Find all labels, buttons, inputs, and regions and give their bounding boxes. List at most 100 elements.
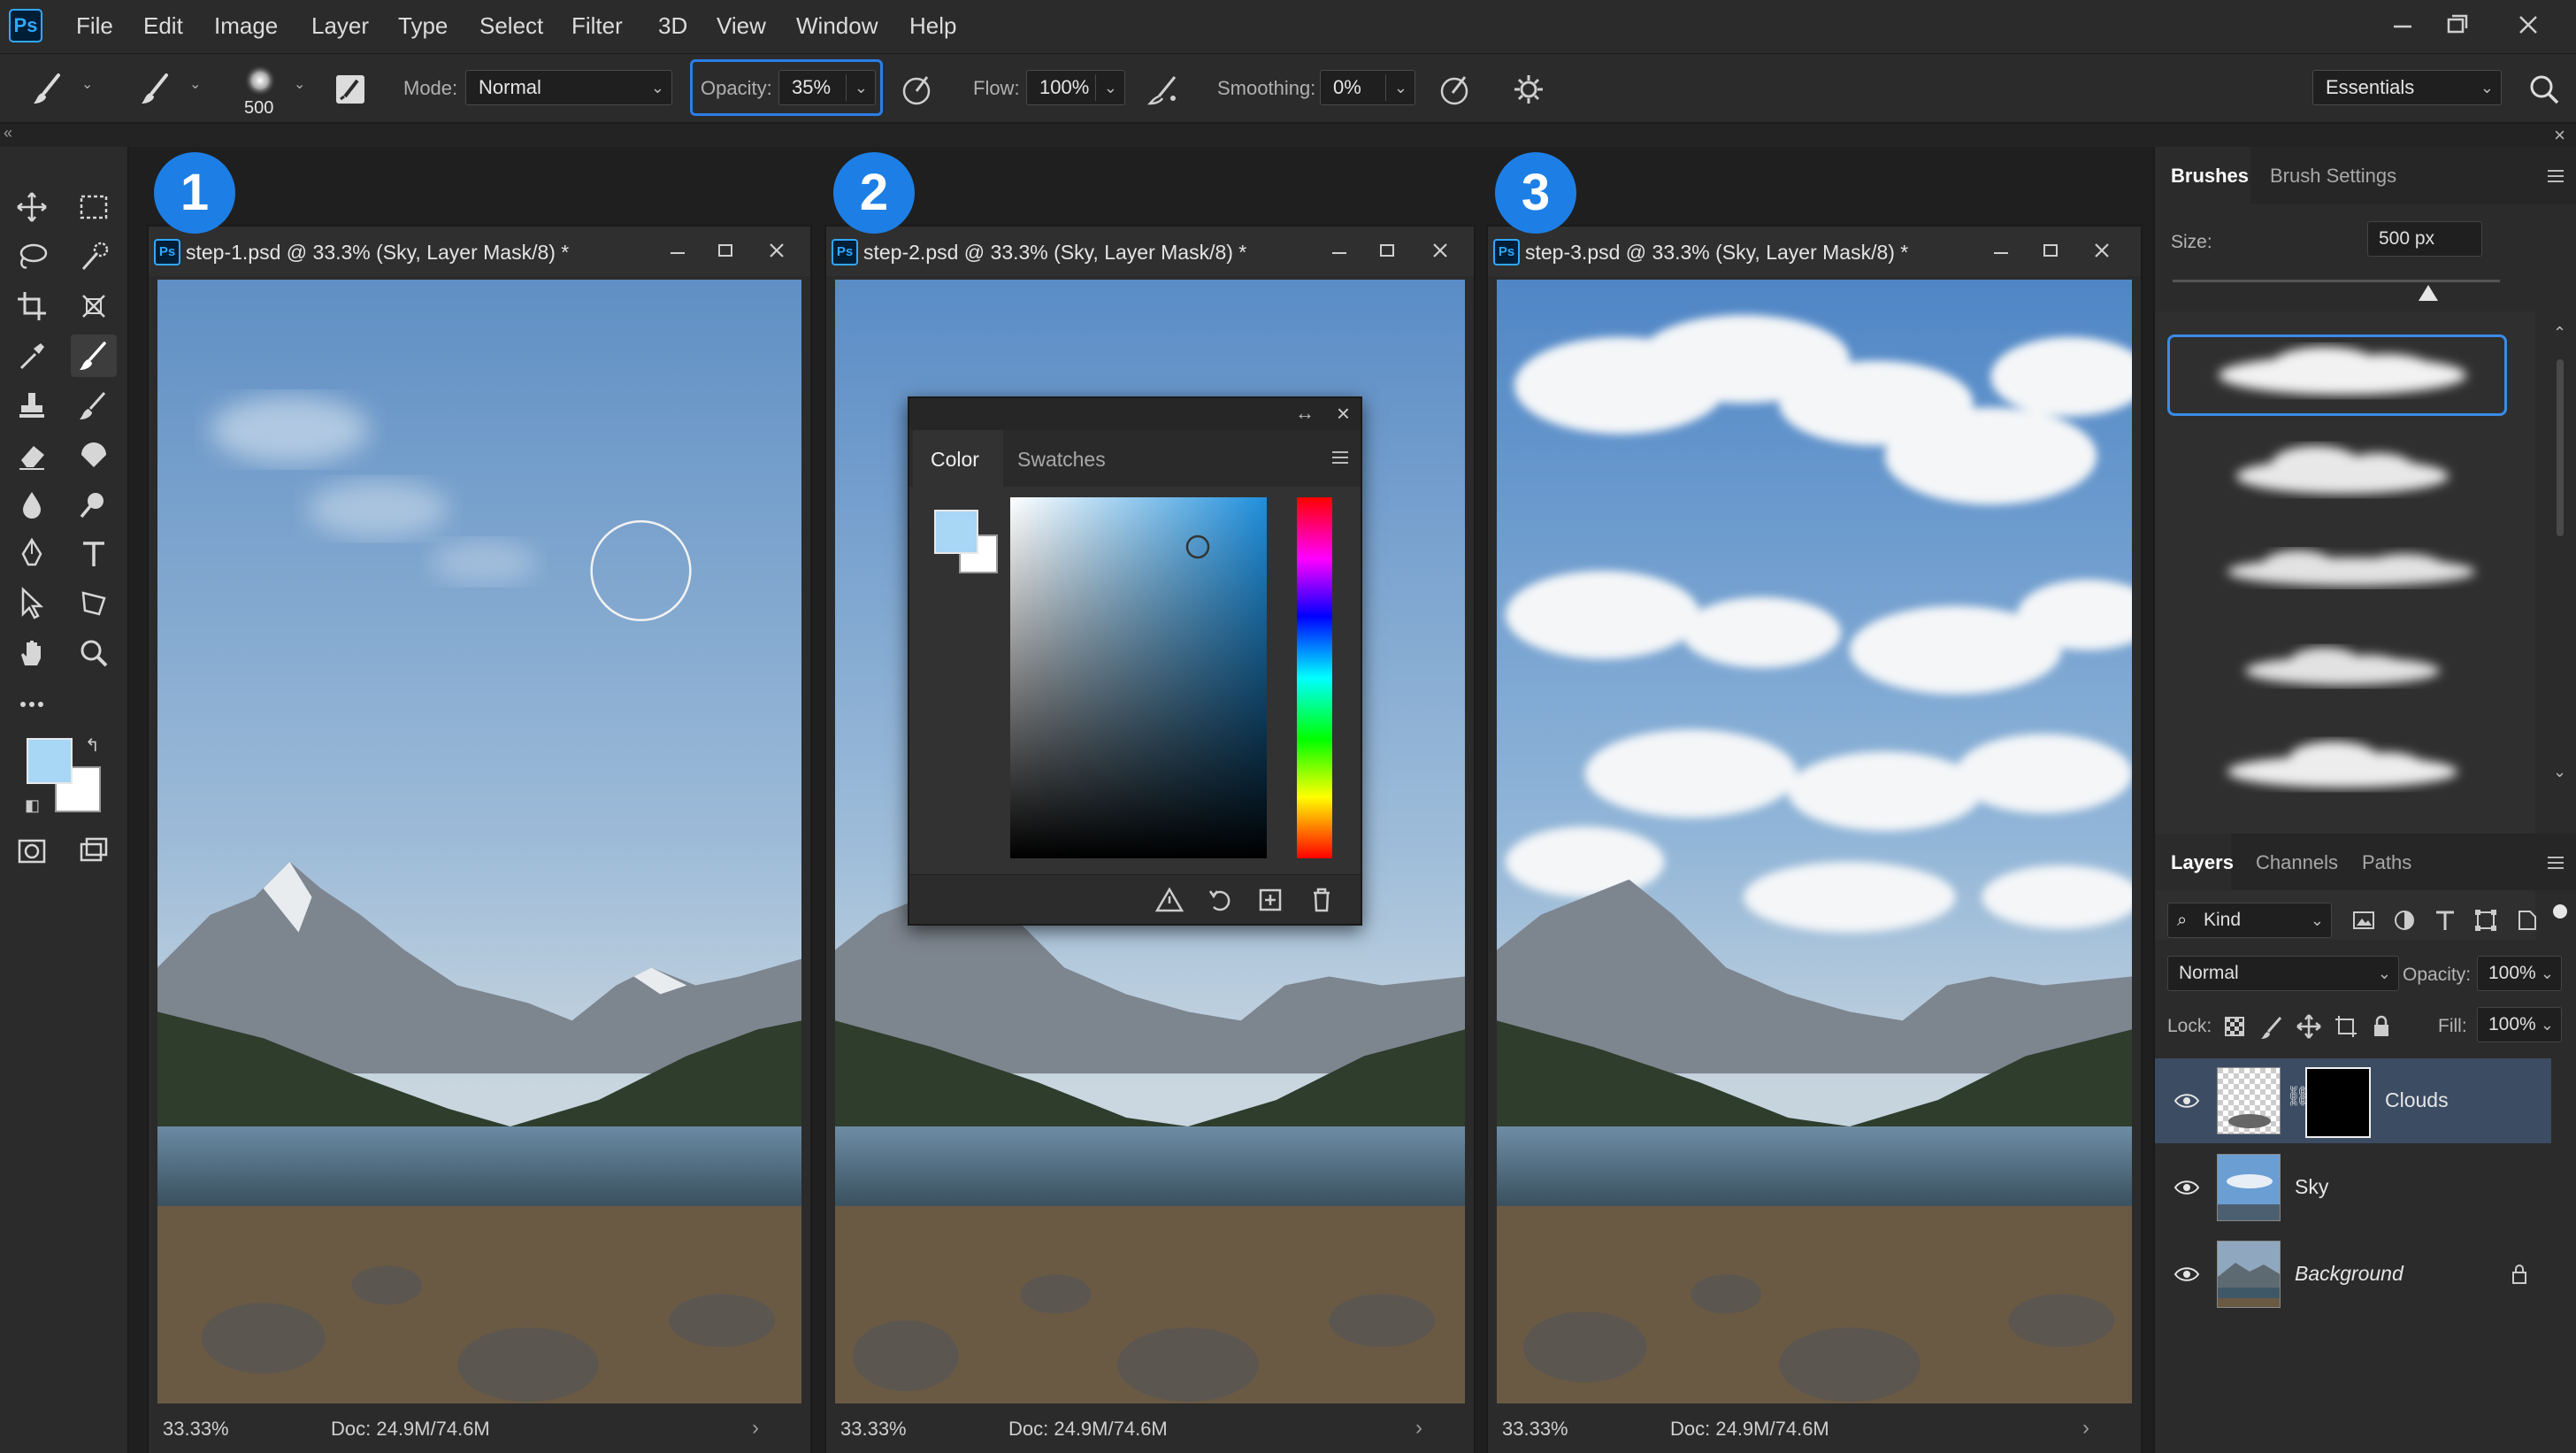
layer-row-sky[interactable]: Sky xyxy=(2155,1145,2576,1230)
dodge-tool-icon[interactable] xyxy=(71,483,117,526)
layer-opacity-input[interactable]: 100% ⌄ xyxy=(2477,956,2562,991)
shape-tool-icon[interactable] xyxy=(71,582,117,625)
visibility-eye-icon[interactable] xyxy=(2173,1260,2201,1288)
scroll-thumb[interactable] xyxy=(2557,359,2564,536)
quick-selection-tool-icon[interactable] xyxy=(71,235,117,278)
layer-thumbnail[interactable] xyxy=(2217,1241,2281,1308)
filter-shape-icon[interactable] xyxy=(2472,906,2500,934)
zoom-level[interactable]: 33.33% xyxy=(163,1418,229,1441)
brush-preset-2[interactable] xyxy=(2174,430,2516,515)
canvas-1[interactable] xyxy=(157,280,801,1403)
close-icon[interactable] xyxy=(2084,235,2120,267)
brush-settings-toggle-icon[interactable] xyxy=(331,70,370,109)
layer-mask-thumbnail[interactable] xyxy=(2305,1067,2371,1138)
pen-tool-icon[interactable] xyxy=(9,533,55,575)
tab-paths[interactable]: Paths xyxy=(2362,851,2411,874)
menu-help[interactable]: Help xyxy=(909,12,956,40)
path-selection-tool-icon[interactable] xyxy=(9,582,55,625)
document-tab[interactable]: Ps step-1.psd @ 33.3% (Sky, Layer Mask/8… xyxy=(149,227,810,276)
blend-mode-select[interactable]: Normal ⌄ xyxy=(2167,956,2399,991)
menu-edit[interactable]: Edit xyxy=(143,12,183,40)
lasso-tool-icon[interactable] xyxy=(9,235,55,278)
zoom-level[interactable]: 33.33% xyxy=(840,1418,907,1441)
tab-color[interactable]: Color xyxy=(931,448,979,472)
eraser-tool-icon[interactable] xyxy=(9,434,55,476)
collapse-left-icon[interactable]: « xyxy=(4,124,12,142)
close-icon[interactable] xyxy=(1422,235,1458,267)
size-input[interactable]: 500 px xyxy=(2367,221,2482,257)
close-icon[interactable]: × xyxy=(1337,400,1350,427)
hand-tool-icon[interactable] xyxy=(9,632,55,674)
panel-menu-icon[interactable] xyxy=(1327,444,1353,471)
chevron-up-icon[interactable]: ⌃ xyxy=(2553,324,2566,342)
lock-all-icon[interactable] xyxy=(2367,1012,2396,1041)
swap-colors-icon[interactable]: ↰ xyxy=(85,734,100,757)
document-tab[interactable]: Ps step-3.psd @ 33.3% (Sky, Layer Mask/8… xyxy=(1488,227,2141,276)
brush-preset-4[interactable] xyxy=(2174,625,2516,710)
brush-tool-icon[interactable] xyxy=(28,70,67,109)
menu-window[interactable]: Window xyxy=(796,12,878,40)
close-icon[interactable] xyxy=(759,235,794,267)
menu-select[interactable]: Select xyxy=(479,12,543,40)
lock-transparent-icon[interactable] xyxy=(2220,1012,2249,1041)
clone-stamp-tool-icon[interactable] xyxy=(9,384,55,427)
marquee-tool-icon[interactable] xyxy=(71,186,117,228)
document-tab[interactable]: Ps step-2.psd @ 33.3% (Sky, Layer Mask/8… xyxy=(826,227,1474,276)
filter-type-icon[interactable] xyxy=(2431,906,2459,934)
flow-input[interactable]: 100% ⌄ xyxy=(1026,70,1125,105)
filter-smart-object-icon[interactable] xyxy=(2512,906,2541,934)
tab-brushes[interactable]: Brushes xyxy=(2171,165,2249,188)
lock-icon[interactable] xyxy=(2505,1260,2534,1288)
warning-icon[interactable] xyxy=(1154,884,1185,916)
hue-slider[interactable] xyxy=(1297,497,1332,858)
brush-list-scrollbar[interactable]: ⌃ ⌄ xyxy=(2551,324,2569,784)
tab-layers[interactable]: Layers xyxy=(2171,851,2234,874)
menu-view[interactable]: View xyxy=(717,12,766,40)
menu-file[interactable]: File xyxy=(76,12,113,40)
brush-preset-icon[interactable] xyxy=(136,70,175,109)
brush-preset-3[interactable] xyxy=(2174,527,2516,612)
panel-menu-icon[interactable] xyxy=(2542,850,2569,876)
filter-adjustment-icon[interactable] xyxy=(2390,906,2419,934)
filter-toggle[interactable] xyxy=(2553,904,2567,919)
zoom-tool-icon[interactable] xyxy=(71,632,117,674)
more-tools-icon[interactable] xyxy=(9,681,55,724)
visibility-eye-icon[interactable] xyxy=(2173,1173,2201,1202)
maximize-icon[interactable] xyxy=(708,235,743,267)
maximize-icon[interactable] xyxy=(1369,235,1405,267)
minimize-icon[interactable] xyxy=(2383,5,2422,44)
move-tool-icon[interactable] xyxy=(9,186,55,228)
workspace-select[interactable]: Essentials ⌄ xyxy=(2312,70,2502,105)
search-icon[interactable] xyxy=(2525,70,2564,109)
filter-pixel-icon[interactable] xyxy=(2350,906,2378,934)
pressure-size-icon[interactable] xyxy=(1435,70,1474,109)
screen-mode-icon[interactable] xyxy=(71,830,117,873)
smoothing-input[interactable]: 0% ⌄ xyxy=(1320,70,1415,105)
tab-brush-settings[interactable]: Brush Settings xyxy=(2270,165,2396,188)
lock-artboard-icon[interactable] xyxy=(2332,1012,2360,1041)
lock-pixels-icon[interactable] xyxy=(2258,1012,2286,1041)
layer-row-background[interactable]: Background xyxy=(2155,1232,2576,1317)
chevron-down-icon[interactable]: ⌄ xyxy=(2553,763,2566,781)
menu-type[interactable]: Type xyxy=(398,12,448,40)
crop-tool-icon[interactable] xyxy=(9,285,55,327)
add-swatch-icon[interactable] xyxy=(1254,884,1286,916)
quick-mask-icon[interactable] xyxy=(9,830,55,873)
layer-filter-select[interactable]: ⌕ Kind ⌄ xyxy=(2167,903,2332,938)
reset-icon[interactable] xyxy=(1205,884,1237,916)
brush-size-preview[interactable]: 500 xyxy=(237,61,283,118)
eyedropper-tool-icon[interactable] xyxy=(9,334,55,377)
gear-icon[interactable] xyxy=(1509,70,1548,109)
mode-select[interactable]: Normal ⌄ xyxy=(465,70,672,105)
blur-tool-icon[interactable] xyxy=(9,483,55,526)
minimize-icon[interactable] xyxy=(1983,235,2019,267)
slider-thumb[interactable] xyxy=(2418,285,2438,301)
menu-layer[interactable]: Layer xyxy=(311,12,369,40)
airbrush-icon[interactable] xyxy=(1145,70,1184,109)
zoom-level[interactable]: 33.33% xyxy=(1502,1418,1568,1441)
document-window-3[interactable]: Ps step-3.psd @ 33.3% (Sky, Layer Mask/8… xyxy=(1486,225,2143,1453)
trash-icon[interactable] xyxy=(1306,884,1338,916)
foreground-color-swatch[interactable] xyxy=(27,738,73,784)
brush-preset-5[interactable] xyxy=(2174,722,2516,807)
brush-preset-caret-icon[interactable]: ⌄ xyxy=(189,75,201,93)
